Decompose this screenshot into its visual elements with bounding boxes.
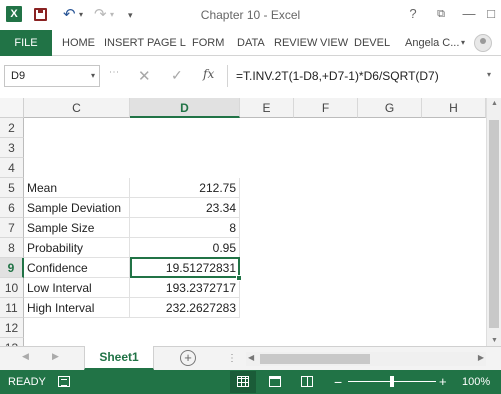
row-header-8[interactable]: 8	[0, 238, 24, 258]
name-box[interactable]: D9 ▾	[4, 65, 100, 87]
tab-data[interactable]: DATA	[237, 30, 265, 56]
user-avatar-icon[interactable]	[474, 34, 492, 52]
page-break-preview-icon	[301, 376, 313, 387]
normal-view-button[interactable]	[230, 371, 256, 393]
macro-recording-icon[interactable]	[58, 376, 70, 387]
horizontal-scroll-thumb[interactable]	[260, 354, 370, 364]
worksheet-grid[interactable]: C D E F G H 2 3 4 5 6 7 8 9 10 11 12 13 …	[0, 98, 486, 346]
sheet-tab-sheet1[interactable]: Sheet1	[84, 346, 154, 370]
cell-c9[interactable]: Confidence	[24, 258, 130, 278]
cell-c8[interactable]: Probability	[24, 238, 130, 258]
help-button[interactable]: ?	[404, 5, 422, 23]
cancel-icon[interactable]: ✕	[138, 67, 151, 85]
minimize-button[interactable]: —	[460, 5, 478, 23]
tab-developer[interactable]: DEVEL	[354, 30, 390, 56]
page-layout-view-icon	[269, 376, 281, 387]
status-bar: READY − + 100%	[0, 370, 501, 394]
expand-formula-bar-icon[interactable]: ▾	[487, 70, 491, 79]
maximize-button[interactable]: □	[482, 5, 500, 23]
fill-handle[interactable]	[236, 275, 242, 281]
cell-d8[interactable]: 0.95	[130, 238, 240, 258]
status-ready-text: READY	[8, 376, 46, 388]
cell-d5[interactable]: 212.75	[130, 178, 240, 198]
column-header-d[interactable]: D	[130, 98, 240, 118]
row-header-13[interactable]: 13	[0, 338, 24, 346]
sheet-tab-bar: ◀ ▶ Sheet1 + ⋮ ◀ ▶	[0, 346, 501, 370]
formula-bar-resize-handle-icon[interactable]: ⋮	[108, 67, 119, 76]
cell-c6[interactable]: Sample Deviation	[24, 198, 130, 218]
next-sheet-icon[interactable]: ▶	[52, 351, 59, 362]
cell-d11[interactable]: 232.2627283	[130, 298, 240, 318]
previous-sheet-icon[interactable]: ◀	[22, 351, 29, 362]
tab-file[interactable]: FILE	[0, 30, 52, 56]
new-sheet-icon[interactable]: +	[180, 350, 196, 366]
scroll-up-icon[interactable]: ▲	[487, 100, 501, 107]
row-header-6[interactable]: 6	[0, 198, 24, 218]
column-header-f[interactable]: F	[294, 98, 358, 118]
scroll-right-icon[interactable]: ▶	[478, 353, 484, 362]
row-header-4[interactable]: 4	[0, 158, 24, 178]
scroll-down-icon[interactable]: ▼	[487, 337, 501, 344]
formula-input[interactable]: =T.INV.2T(1-D8,+D7-1)*D6/SQRT(D7)	[227, 65, 489, 87]
tab-insert[interactable]: INSERT	[104, 30, 144, 56]
enter-check-icon[interactable]: ✓	[171, 67, 183, 84]
zoom-level[interactable]: 100%	[462, 370, 490, 394]
formula-bar: D9 ▾ ⋮ ✕ ✓ fx =T.INV.2T(1-D8,+D7-1)*D6/S…	[0, 56, 501, 98]
cell-d7[interactable]: 8	[130, 218, 240, 238]
row-header-3[interactable]: 3	[0, 138, 24, 158]
row-header-9[interactable]: 9	[0, 258, 24, 278]
vertical-scroll-thumb[interactable]	[489, 120, 499, 328]
select-all-corner[interactable]	[0, 98, 24, 118]
zoom-in-icon[interactable]: +	[439, 370, 447, 394]
column-header-c[interactable]: C	[24, 98, 130, 118]
vertical-scrollbar[interactable]: ▲ ▼	[486, 98, 501, 346]
horizontal-scrollbar[interactable]: ◀ ▶	[246, 352, 486, 366]
cell-d10[interactable]: 193.2372717	[130, 278, 240, 298]
title-bar: X ↶ ▾ ↷ ▾ ▾ Chapter 10 - Excel ? ⧉ — □	[0, 0, 501, 30]
page-break-preview-button[interactable]	[294, 371, 320, 393]
row-header-2[interactable]: 2	[0, 118, 24, 138]
normal-view-icon	[237, 376, 249, 387]
row-header-7[interactable]: 7	[0, 218, 24, 238]
cell-d9[interactable]: 19.51272831	[130, 258, 240, 278]
tab-page-layout[interactable]: PAGE L	[147, 30, 186, 56]
cell-c5[interactable]: Mean	[24, 178, 130, 198]
tab-review[interactable]: REVIEW	[274, 30, 317, 56]
row-header-11[interactable]: 11	[0, 298, 24, 318]
row-header-5[interactable]: 5	[0, 178, 24, 198]
row-header-12[interactable]: 12	[0, 318, 24, 338]
cell-c11[interactable]: High Interval	[24, 298, 130, 318]
user-account-dropdown-icon[interactable]: ▾	[461, 30, 465, 56]
column-header-g[interactable]: G	[358, 98, 422, 118]
name-box-value: D9	[11, 70, 26, 82]
tab-view[interactable]: VIEW	[320, 30, 348, 56]
zoom-slider-thumb[interactable]	[390, 376, 394, 387]
scroll-left-icon[interactable]: ◀	[248, 353, 254, 362]
tab-formulas[interactable]: FORM	[192, 30, 224, 56]
window-title: Chapter 10 - Excel	[200, 8, 301, 22]
row-header-10[interactable]: 10	[0, 278, 24, 298]
ribbon-display-options-button[interactable]: ⧉	[432, 5, 450, 23]
user-account[interactable]: Angela C...	[405, 30, 459, 56]
tab-home[interactable]: HOME	[62, 30, 95, 56]
cell-c10[interactable]: Low Interval	[24, 278, 130, 298]
cell-d6[interactable]: 23.34	[130, 198, 240, 218]
column-header-e[interactable]: E	[240, 98, 294, 118]
cell-c7[interactable]: Sample Size	[24, 218, 130, 238]
tab-split-handle-icon[interactable]: ⋮	[227, 353, 237, 364]
column-header-h[interactable]: H	[422, 98, 486, 118]
insert-function-icon[interactable]: fx	[203, 67, 214, 81]
name-box-dropdown-icon[interactable]: ▾	[91, 66, 95, 86]
page-layout-view-button[interactable]	[262, 371, 288, 393]
zoom-out-icon[interactable]: −	[334, 370, 342, 394]
ribbon-tabs: FILE HOME INSERT PAGE L FORM DATA REVIEW…	[0, 30, 501, 56]
